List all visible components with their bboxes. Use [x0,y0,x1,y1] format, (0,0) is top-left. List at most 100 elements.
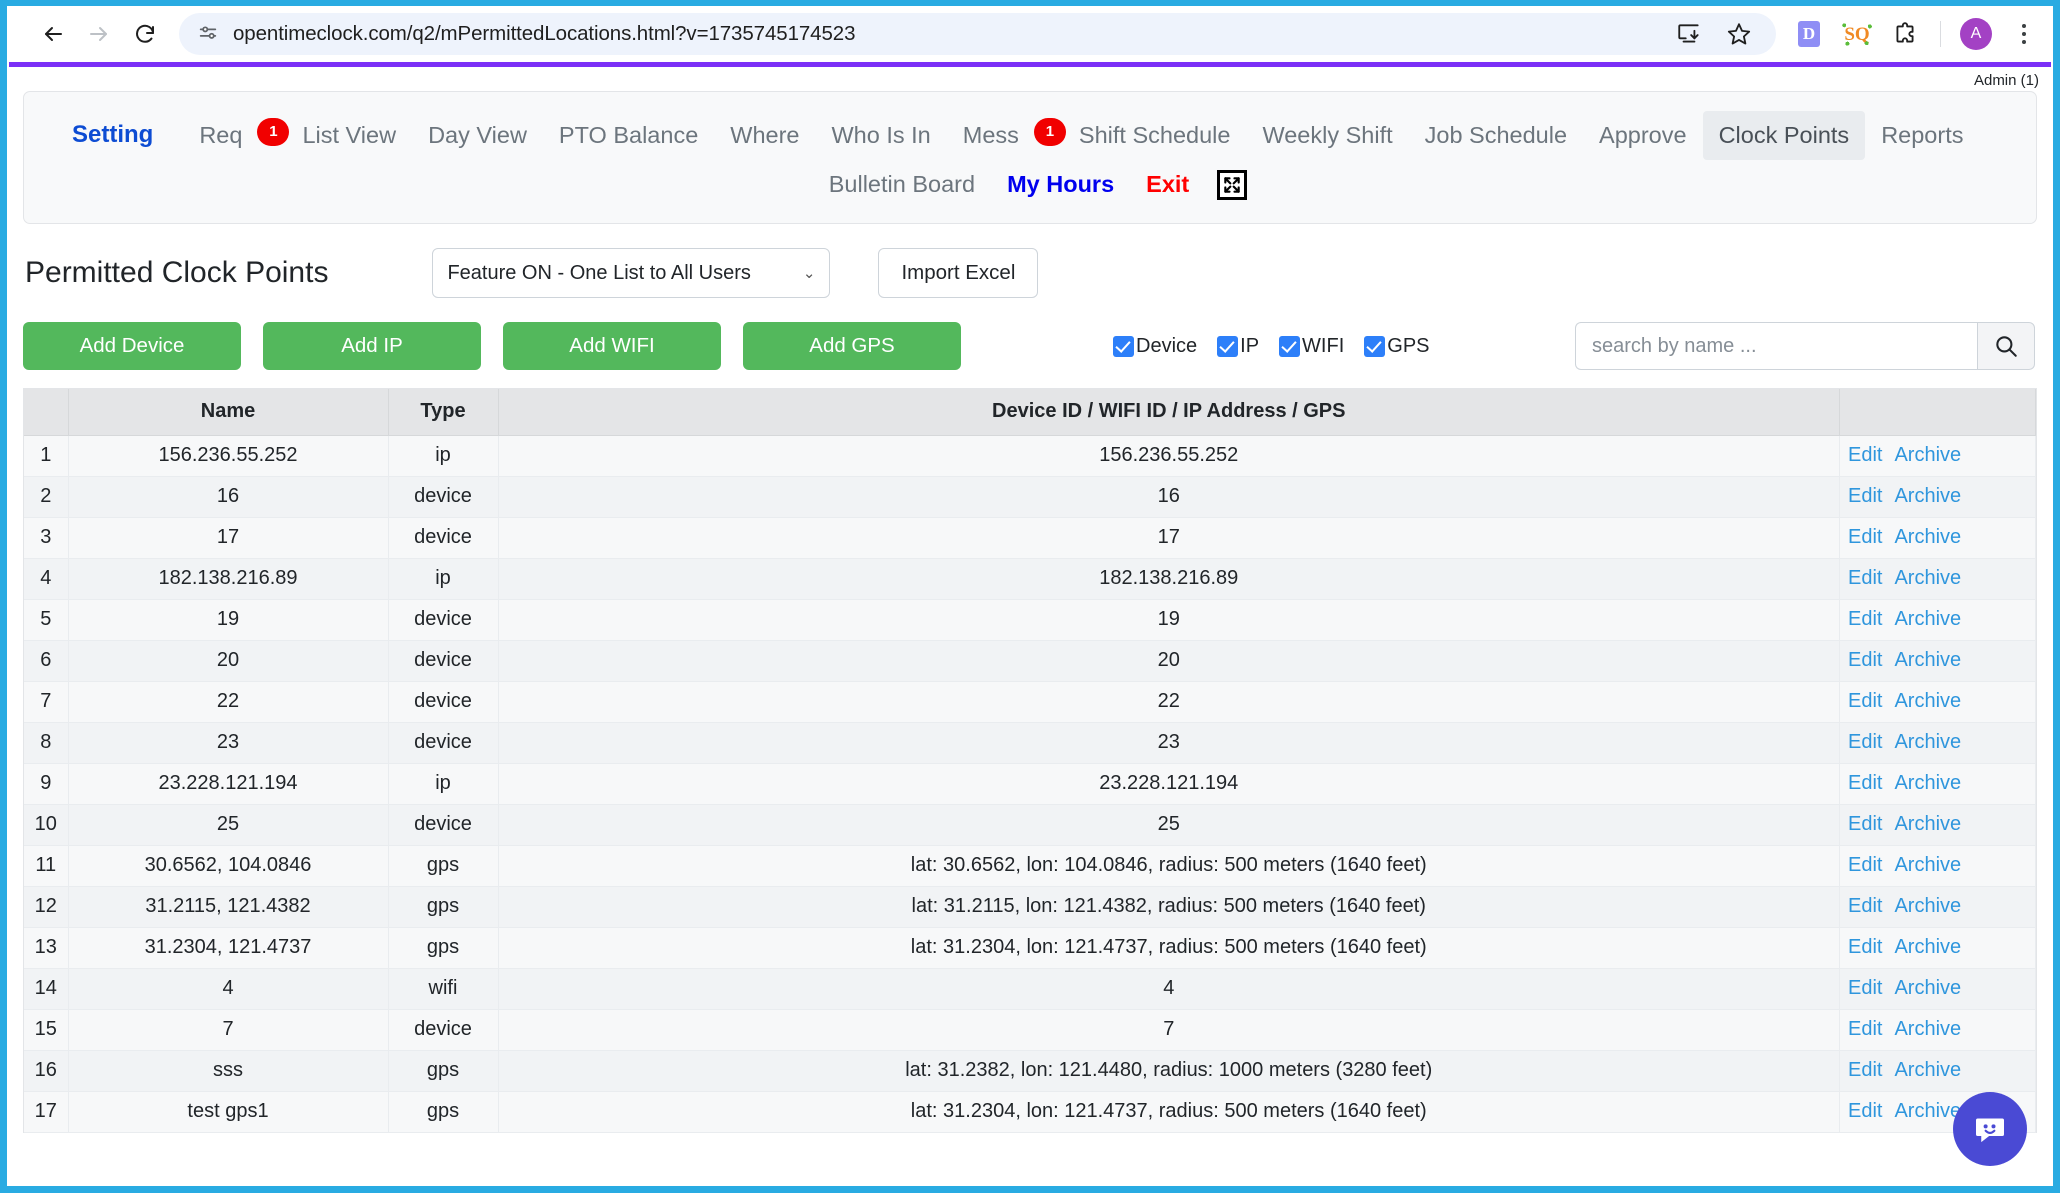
edit-link[interactable]: Edit [1848,1018,1882,1041]
chat-support-button[interactable] [1953,1092,2027,1166]
edit-link[interactable]: Edit [1848,690,1882,713]
nav-item-approve[interactable]: Approve [1583,111,1703,160]
archive-link[interactable]: Archive [1894,731,1961,754]
row-type: gps [388,927,499,969]
table-header-row: Name Type Device ID / WIFI ID / IP Addre… [24,389,2036,436]
search-input[interactable] [1575,322,1977,370]
archive-link[interactable]: Archive [1894,977,1961,1000]
edit-link[interactable]: Edit [1848,485,1882,508]
add-ip-button[interactable]: Add IP [263,322,481,370]
row-action-links: Edit Archive [1840,526,2029,549]
extensions-puzzle-icon[interactable] [1888,17,1922,51]
row-name: 31.2304, 121.4737 [68,927,389,969]
edit-link[interactable]: Edit [1848,567,1882,590]
row-name: 20 [68,640,389,682]
table-row: 17 test gps1 gps lat: 31.2304, lon: 121.473… [24,1091,2036,1133]
nav-item-exit[interactable]: Exit [1130,160,1205,209]
nav-item-shift-schedule[interactable]: Shift Schedule [1063,111,1247,160]
archive-link[interactable]: Archive [1894,1100,1961,1123]
import-excel-button[interactable]: Import Excel [878,248,1039,298]
checkbox-checked-icon [1279,335,1301,357]
row-name: test gps1 [68,1091,389,1133]
add-wifi-button[interactable]: Add WIFI [503,322,721,370]
archive-link[interactable]: Archive [1894,690,1961,713]
edit-link[interactable]: Edit [1848,731,1882,754]
archive-link[interactable]: Archive [1894,895,1961,918]
row-action-links: Edit Archive [1840,485,2029,508]
nav-item-setting[interactable]: Setting [50,110,183,160]
fullscreen-expand-icon[interactable] [1217,169,1248,200]
nav-item-mess[interactable]: Mess 1 [947,111,1066,160]
add-gps-button[interactable]: Add GPS [743,322,961,370]
archive-link[interactable]: Archive [1894,444,1961,467]
edit-link[interactable]: Edit [1848,1100,1882,1123]
edit-link[interactable]: Edit [1848,895,1882,918]
avatar[interactable]: A [1959,17,1993,51]
nav-item-where[interactable]: Where [714,111,815,160]
row-actions: Edit Archive [1839,722,2036,764]
archive-link[interactable]: Archive [1894,567,1961,590]
archive-link[interactable]: Archive [1894,772,1961,795]
edit-link[interactable]: Edit [1848,526,1882,549]
edit-link[interactable]: Edit [1848,608,1882,631]
site-settings-icon[interactable] [195,21,221,47]
nav-item-label: Mess [962,121,1019,148]
nav-item-day-view[interactable]: Day View [412,111,543,160]
row-actions: Edit Archive [1839,681,2036,723]
extension-d-icon[interactable]: D [1792,17,1826,51]
filter-wifi-checkbox[interactable]: WIFI [1279,335,1344,358]
table-row: 6 20 device 20 Edit Archive [24,640,2036,682]
archive-link[interactable]: Archive [1894,485,1961,508]
nav-item-list-view[interactable]: List View [286,111,412,160]
row-detail: 4 [498,968,1840,1010]
archive-link[interactable]: Archive [1894,1059,1961,1082]
table-body: 1 156.236.55.252 ip 156.236.55.252 Edit Archi… [24,435,2036,1133]
bookmark-star-icon[interactable] [1722,17,1756,51]
row-actions: Edit Archive [1839,558,2036,600]
row-index: 14 [24,968,69,1010]
edit-link[interactable]: Edit [1848,444,1882,467]
nav-item-pto-balance[interactable]: PTO Balance [543,111,714,160]
install-app-icon[interactable] [1672,17,1706,51]
edit-link[interactable]: Edit [1848,772,1882,795]
archive-link[interactable]: Archive [1894,608,1961,631]
avatar-initial: A [1960,18,1992,50]
edit-link[interactable]: Edit [1848,813,1882,836]
reload-icon[interactable] [125,14,165,54]
edit-link[interactable]: Edit [1848,936,1882,959]
row-name: 25 [68,804,389,846]
row-action-links: Edit Archive [1840,977,2029,1000]
filter-device-checkbox[interactable]: Device [1113,335,1197,358]
checkbox-checked-icon [1113,335,1134,357]
nav-item-weekly-shift[interactable]: Weekly Shift [1246,111,1408,160]
nav-item-job-schedule[interactable]: Job Schedule [1409,111,1583,160]
nav-item-req[interactable]: Req 1 [183,111,290,160]
archive-link[interactable]: Archive [1894,649,1961,672]
row-action-links: Edit Archive [1840,649,2029,672]
nav-item-who-is-in[interactable]: Who Is In [815,111,946,160]
forward-icon[interactable] [79,14,119,54]
nav-item-clock-points[interactable]: Clock Points [1702,110,1866,160]
nav-item-my-hours[interactable]: My Hours [991,160,1130,209]
nav-item-reports[interactable]: Reports [1865,111,1979,160]
edit-link[interactable]: Edit [1848,977,1882,1000]
filter-ip-checkbox[interactable]: IP [1217,335,1259,358]
archive-link[interactable]: Archive [1894,936,1961,959]
filter-gps-checkbox[interactable]: GPS [1364,335,1430,358]
chrome-menu-icon[interactable] [2007,17,2041,51]
edit-link[interactable]: Edit [1848,1059,1882,1082]
address-bar[interactable]: opentimeclock.com/q2/mPermittedLocations… [179,13,1776,55]
archive-link[interactable]: Archive [1894,1018,1961,1041]
nav-item-bulletin-board[interactable]: Bulletin Board [813,160,991,209]
search-button[interactable] [1977,322,2035,370]
feature-mode-select[interactable]: Feature ON - One List to All Users ⌄ [432,248,831,298]
add-device-button[interactable]: Add Device [23,322,241,370]
nav-item-label: Approve [1599,121,1687,148]
edit-link[interactable]: Edit [1848,649,1882,672]
archive-link[interactable]: Archive [1894,526,1961,549]
archive-link[interactable]: Archive [1894,854,1961,877]
back-icon[interactable] [33,14,73,54]
extension-sq-icon[interactable]: SQ [1840,17,1874,51]
archive-link[interactable]: Archive [1894,813,1961,836]
edit-link[interactable]: Edit [1848,854,1882,877]
